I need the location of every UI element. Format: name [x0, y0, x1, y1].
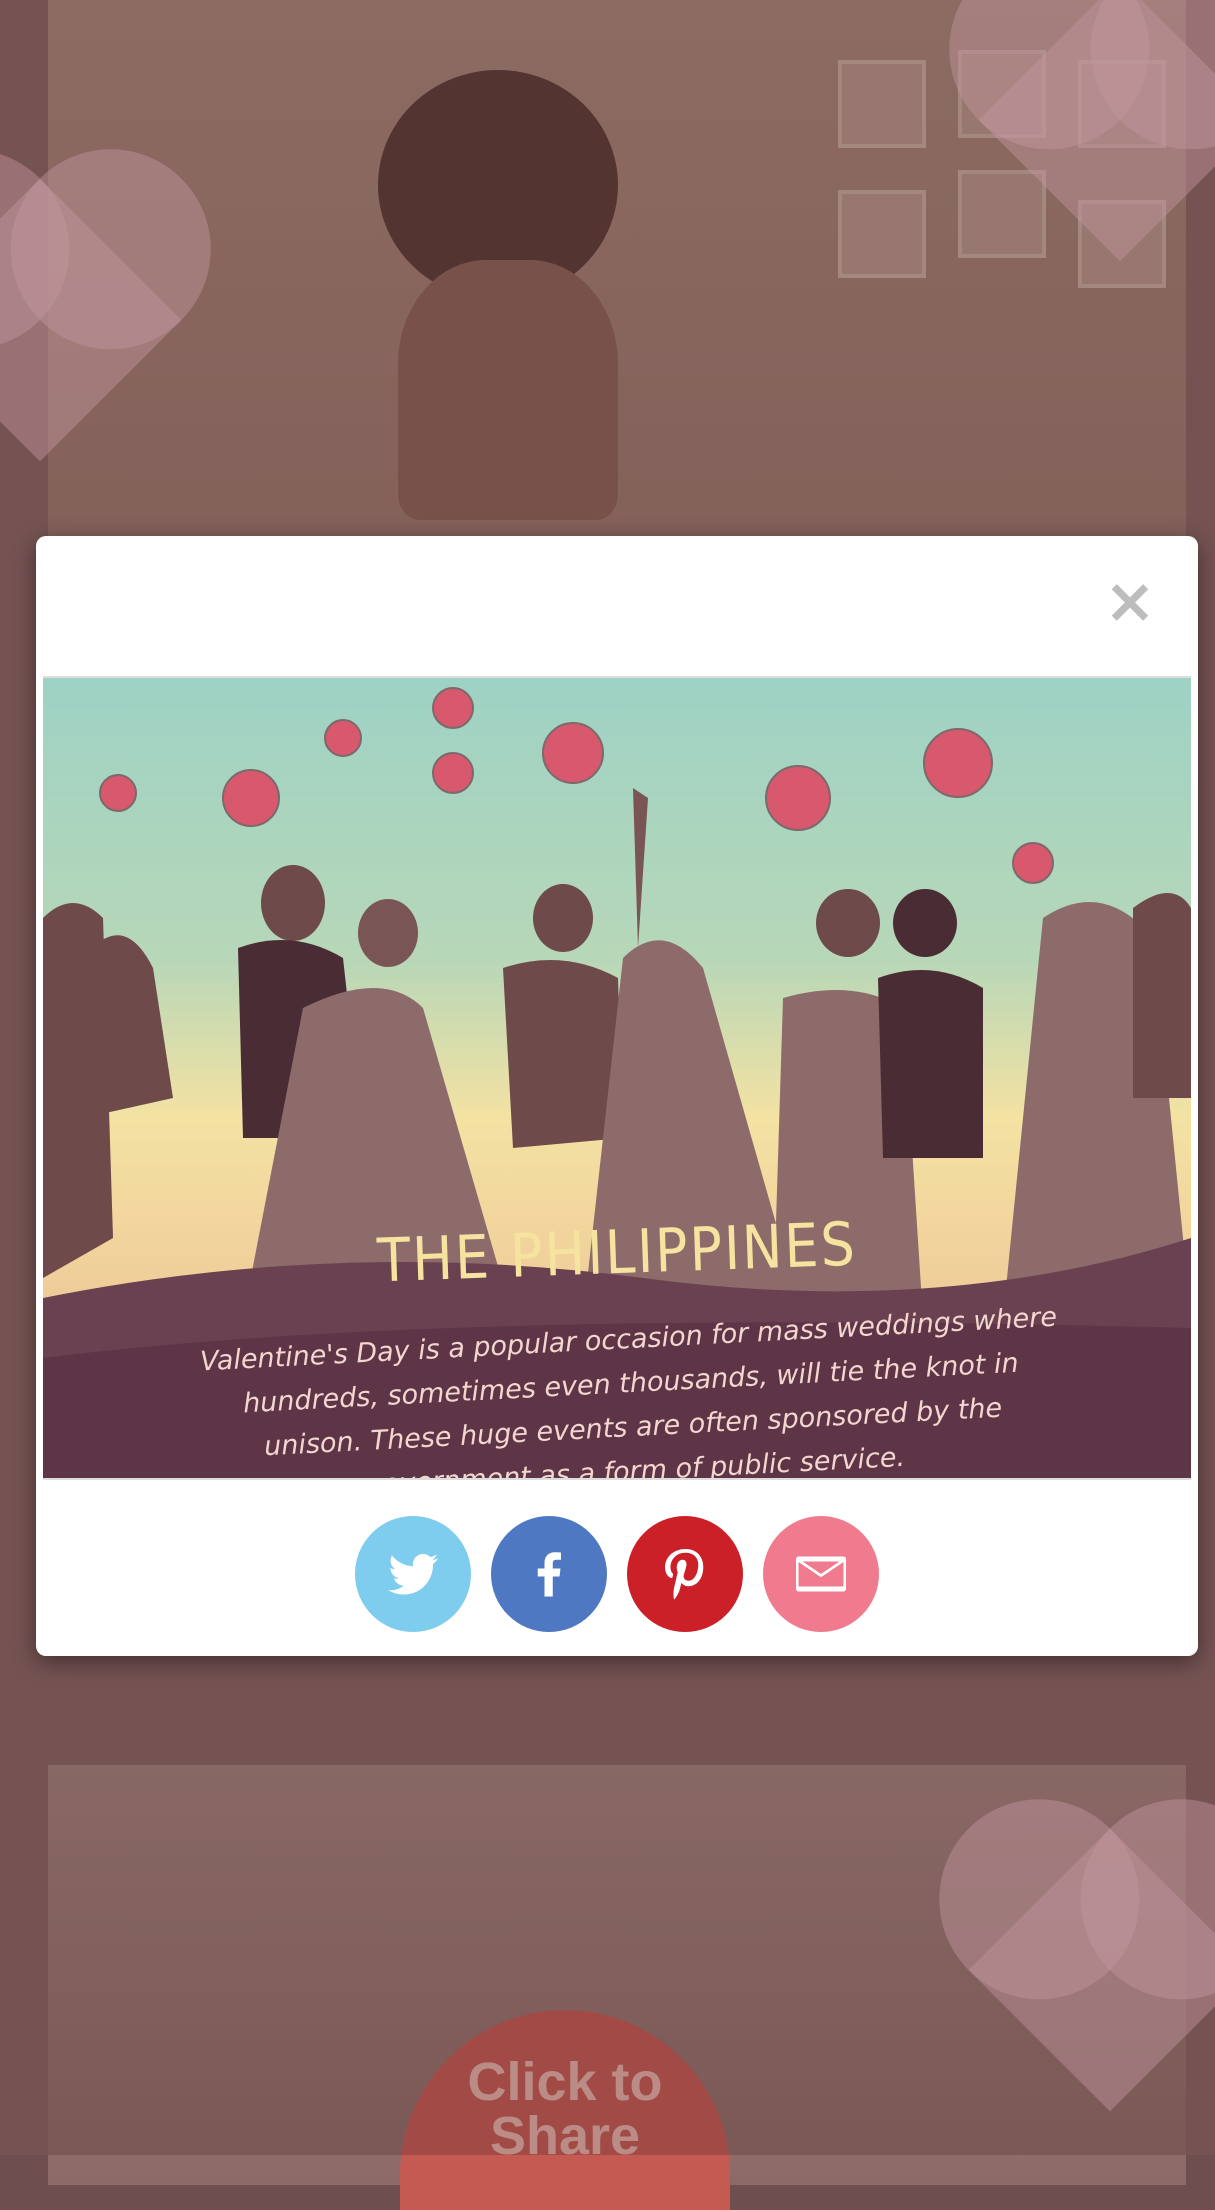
pinterest-share-button[interactable] [627, 1516, 743, 1632]
twitter-icon [388, 1554, 438, 1595]
close-button[interactable]: × [1104, 570, 1156, 632]
envelope-icon [796, 1556, 846, 1592]
share-buttons [36, 1516, 1198, 1632]
email-share-button[interactable] [763, 1516, 879, 1632]
twitter-share-button[interactable] [355, 1516, 471, 1632]
pinterest-icon [665, 1549, 704, 1600]
facebook-share-button[interactable] [491, 1516, 607, 1632]
facebook-icon [537, 1552, 561, 1597]
philippines-illustration: THE PHILIPPINES Valentine's Day is a pop… [43, 676, 1191, 1480]
share-modal: × THE PHILIPPINES Valentine's Day is a p… [36, 536, 1198, 1656]
